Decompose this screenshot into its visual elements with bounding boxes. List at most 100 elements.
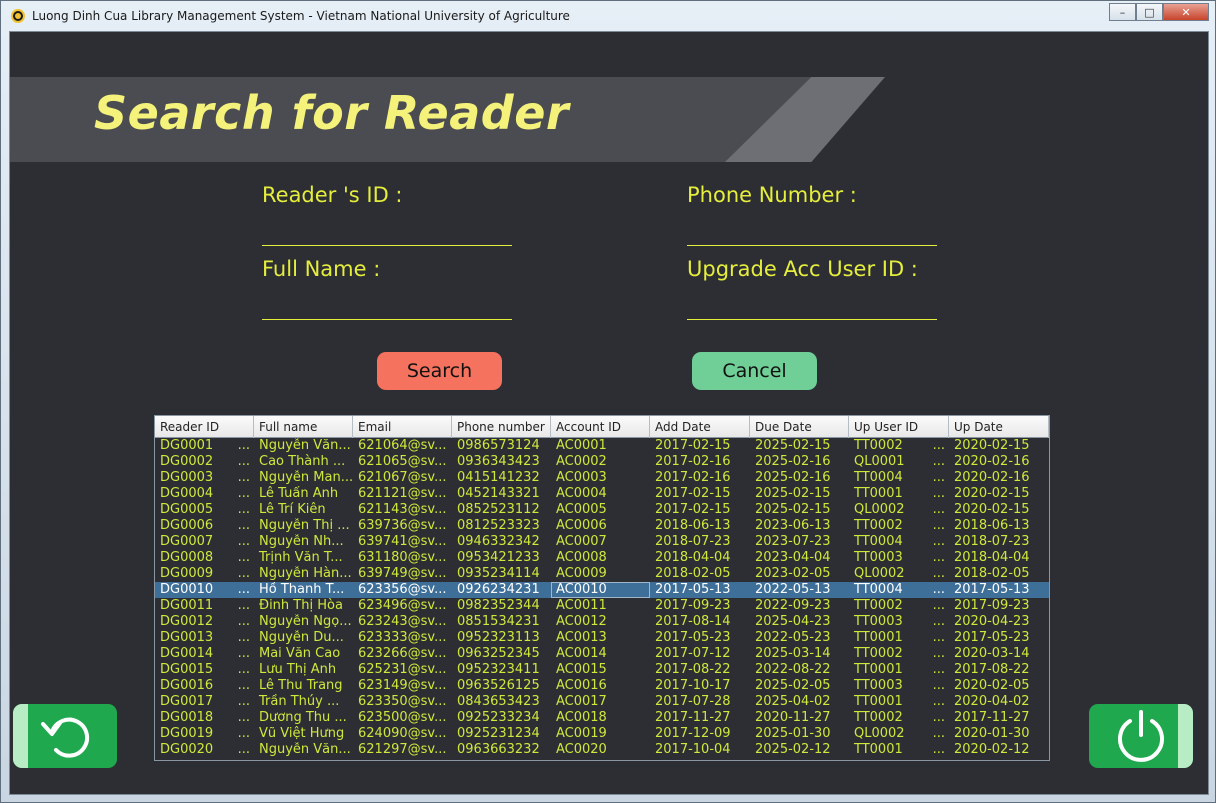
cell-add-date[interactable]: 2017-09-23 [650,598,750,614]
cell-reader-id[interactable]: DG0018 [155,710,254,726]
cell-reader-id[interactable]: DG0008 [155,550,254,566]
cell-full-name[interactable]: Nguyễn Hàn... [254,566,353,582]
cell-up-user-id[interactable]: TT0002 [849,646,949,662]
cell-reader-id[interactable]: DG0019 [155,726,254,742]
cell-phone-number[interactable]: 0925231234 [452,726,551,742]
cell-reader-id[interactable]: DG0012 [155,614,254,630]
cell-up-user-id[interactable]: TT0001 [849,630,949,646]
cell-reader-id[interactable]: DG0016 [155,678,254,694]
cell-full-name[interactable]: Cao Thành ... [254,454,353,470]
cell-up-user-id[interactable]: QL0001 [849,454,949,470]
table-row[interactable]: DG0015Lưu Thị Anh625231@sv...0952323411A… [155,662,1049,678]
column-header-up-date[interactable]: Up Date [949,416,1049,438]
cell-add-date[interactable]: 2017-05-13 [650,582,750,598]
cell-add-date[interactable]: 2017-02-16 [650,470,750,486]
cell-full-name[interactable]: Nguyễn Nh... [254,534,353,550]
table-row[interactable]: DG0019Vũ Việt Hưng624090@sv...0925231234… [155,726,1049,742]
cell-due-date[interactable]: 2022-08-22 [750,662,849,678]
table-row[interactable]: DG0002Cao Thành ...621065@sv...093634342… [155,454,1049,470]
cell-account-id[interactable]: AC0001 [551,438,650,454]
table-row[interactable]: DG0010Hồ Thanh T...623356@sv...092623423… [155,582,1049,598]
cell-phone-number[interactable]: 0953421233 [452,550,551,566]
cell-due-date[interactable]: 2025-02-05 [750,678,849,694]
reader-id-input[interactable] [262,218,512,246]
table-row[interactable]: DG0004Lê Tuấn Anh621121@sv...0452143321A… [155,486,1049,502]
cell-add-date[interactable]: 2017-02-15 [650,438,750,454]
table-row[interactable]: DG0016Lê Thu Trang623149@sv...0963526125… [155,678,1049,694]
cell-full-name[interactable]: Nguyễn Man... [254,470,353,486]
cell-reader-id[interactable]: DG0013 [155,630,254,646]
cell-full-name[interactable]: Mai Văn Cao [254,646,353,662]
cell-add-date[interactable]: 2018-07-23 [650,534,750,550]
cell-phone-number[interactable]: 0946332342 [452,534,551,550]
cell-up-user-id[interactable]: TT0004 [849,582,949,598]
cell-account-id[interactable]: AC0018 [551,710,650,726]
cell-account-id[interactable]: AC0015 [551,662,650,678]
cell-up-user-id[interactable]: TT0002 [849,438,949,454]
table-row[interactable]: DG0013Nguyễn Du...623333@sv...0952323113… [155,630,1049,646]
cell-email[interactable]: 621065@sv... [353,454,452,470]
cell-full-name[interactable]: Nguyễn Văn... [254,438,353,454]
cell-email[interactable]: 621064@sv... [353,438,452,454]
cell-phone-number[interactable]: 0963663232 [452,742,551,758]
cell-add-date[interactable]: 2017-10-17 [650,678,750,694]
cell-account-id[interactable]: AC0009 [551,566,650,582]
cell-full-name[interactable]: Vũ Việt Hưng [254,726,353,742]
cell-due-date[interactable]: 2025-02-15 [750,486,849,502]
cell-full-name[interactable]: Lê Tuấn Anh [254,486,353,502]
table-row[interactable]: DG0011Đinh Thị Hòa623496@sv...0982352344… [155,598,1049,614]
cell-up-date[interactable]: 2020-03-14 [949,646,1049,662]
cell-up-user-id[interactable]: TT0002 [849,518,949,534]
cell-up-date[interactable]: 2017-05-23 [949,630,1049,646]
cell-add-date[interactable]: 2018-02-05 [650,566,750,582]
cell-full-name[interactable]: Hồ Thanh T... [254,582,353,598]
cell-account-id[interactable]: AC0010 [551,582,650,598]
cell-email[interactable]: 625231@sv... [353,662,452,678]
cell-full-name[interactable]: Lê Trí Kiên [254,502,353,518]
column-header-reader-id[interactable]: Reader ID [155,416,254,438]
cell-full-name[interactable]: Nguyễn Văn... [254,742,353,758]
cell-due-date[interactable]: 2025-02-12 [750,742,849,758]
cell-phone-number[interactable]: 0963526125 [452,678,551,694]
cell-up-date[interactable]: 2020-01-30 [949,726,1049,742]
minimize-button[interactable]: – [1109,3,1136,21]
cell-add-date[interactable]: 2017-02-16 [650,454,750,470]
cell-email[interactable]: 621121@sv... [353,486,452,502]
cell-reader-id[interactable]: DG0007 [155,534,254,550]
cell-up-user-id[interactable]: TT0004 [849,470,949,486]
cell-up-date[interactable]: 2017-11-27 [949,710,1049,726]
cell-up-user-id[interactable]: TT0001 [849,662,949,678]
cell-up-date[interactable]: 2018-04-04 [949,550,1049,566]
cell-reader-id[interactable]: DG0005 [155,502,254,518]
exit-button[interactable] [1089,704,1193,768]
cell-account-id[interactable]: AC0005 [551,502,650,518]
close-button[interactable]: ✕ [1163,3,1209,21]
cell-up-date[interactable]: 2020-04-02 [949,694,1049,710]
cell-due-date[interactable]: 2023-06-13 [750,518,849,534]
cell-email[interactable]: 621143@sv... [353,502,452,518]
cell-add-date[interactable]: 2017-12-09 [650,726,750,742]
column-header-up-user-id[interactable]: Up User ID [849,416,949,438]
phone-number-input[interactable] [687,218,937,246]
cell-email[interactable]: 623243@sv... [353,614,452,630]
cell-add-date[interactable]: 2017-11-27 [650,710,750,726]
cell-phone-number[interactable]: 0936343423 [452,454,551,470]
cell-due-date[interactable]: 2022-05-23 [750,630,849,646]
cell-up-date[interactable]: 2018-02-05 [949,566,1049,582]
table-row[interactable]: DG0007Nguyễn Nh...639741@sv...0946332342… [155,534,1049,550]
cell-email[interactable]: 621067@sv... [353,470,452,486]
cell-due-date[interactable]: 2025-01-30 [750,726,849,742]
table-row[interactable]: DG0018Dương Thu ...623500@sv...092523323… [155,710,1049,726]
cell-up-user-id[interactable]: TT0002 [849,710,949,726]
cell-up-date[interactable]: 2018-06-13 [949,518,1049,534]
table-row[interactable]: DG0020Nguyễn Văn...621297@sv...096366323… [155,742,1049,758]
cell-account-id[interactable]: AC0011 [551,598,650,614]
cell-phone-number[interactable]: 0952323113 [452,630,551,646]
cell-email[interactable]: 621297@sv... [353,742,452,758]
cell-account-id[interactable]: AC0019 [551,726,650,742]
cell-phone-number[interactable]: 0982352344 [452,598,551,614]
refresh-button[interactable] [13,704,117,768]
cell-up-date[interactable]: 2020-02-05 [949,678,1049,694]
cell-email[interactable]: 623266@sv... [353,646,452,662]
cell-email[interactable]: 639736@sv... [353,518,452,534]
